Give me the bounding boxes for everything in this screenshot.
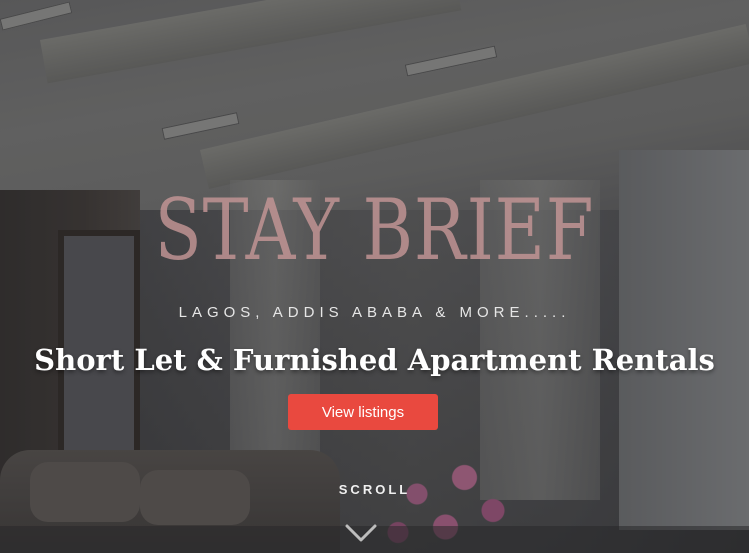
tagline: LAGOS, ADDIS ABABA & MORE..... xyxy=(178,304,571,321)
view-listings-button[interactable]: View listings xyxy=(288,394,438,430)
page-title: Short Let & Furnished Apartment Rentals xyxy=(34,343,715,377)
brand-logo: STAY BRIEF xyxy=(154,181,595,279)
hero-content: STAY BRIEF LAGOS, ADDIS ABABA & MORE....… xyxy=(0,0,749,553)
hero-section: STAY BRIEF LAGOS, ADDIS ABABA & MORE....… xyxy=(0,0,749,553)
chevron-down-icon[interactable] xyxy=(345,522,377,546)
scroll-label[interactable]: SCROLL xyxy=(0,482,749,497)
